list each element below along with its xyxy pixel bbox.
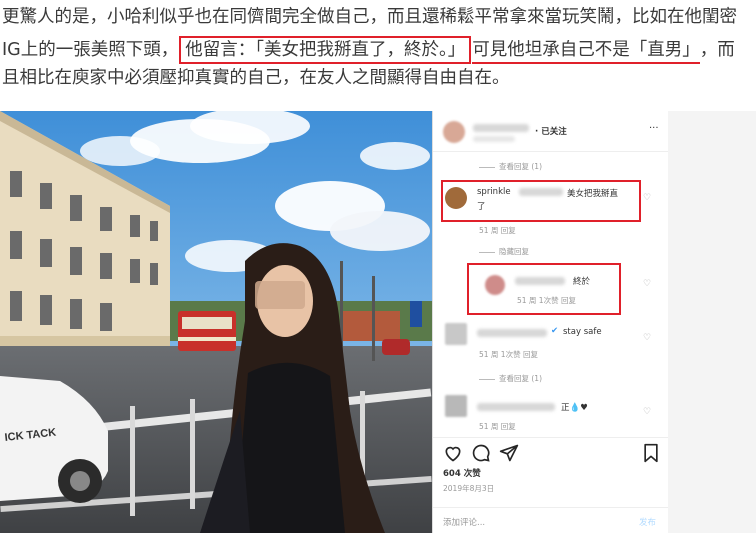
heart-icon[interactable]: ♡ [643, 333, 651, 343]
add-comment-bar: 添加评论... 发布 [433, 507, 669, 534]
poster-username-blurred[interactable] [473, 124, 529, 132]
commenter-3-avatar[interactable] [445, 395, 467, 417]
comment-3-user-blurred [477, 403, 555, 411]
post-comment-button[interactable]: 发布 [639, 516, 656, 528]
post-date: 2019年8月3日 [443, 484, 495, 493]
view-replies-1[interactable]: 查看回复 (1) [479, 161, 542, 172]
action-bar [433, 437, 669, 466]
follow-status[interactable]: · 已关注 [535, 125, 567, 137]
verified-icon: ✔ [551, 326, 559, 336]
article-line-2: IG上的一張美照下頭， 他留言：「美女把我掰直了，終於。」 可見他坦承自己不是「直男… [2, 36, 735, 64]
instagram-comments-panel: · 已关注 ··· 查看回复 (1) sprinkle 美女把我掰直 了 ♡ 5… [432, 111, 669, 533]
article-line-2-pre: IG上的一張美照下頭， [2, 40, 179, 60]
bookmark-icon[interactable] [641, 443, 661, 463]
like-count[interactable]: 604 次赞 [443, 467, 481, 479]
underlined-phrase: 可見他坦承自己不是「直男」 [472, 39, 700, 64]
poster-avatar[interactable] [443, 121, 465, 143]
comment-icon[interactable] [471, 443, 491, 463]
instagram-screenshot: ICK TACK · 已关注 ··· 查看回复 (1) sprinkle 美女把… [0, 111, 756, 533]
face-blur [255, 281, 305, 309]
heart-icon[interactable]: ♡ [643, 279, 651, 289]
heart-icon[interactable]: ♡ [643, 407, 651, 417]
comment-1-highlight [441, 180, 641, 222]
highlighted-quote: 他留言：「美女把我掰直了，終於。」 [179, 36, 472, 64]
article-line-3: 且相比在庾家中必須壓抑真實的自己，在友人之間顯得自由自在。 [2, 68, 510, 88]
poster-location-blurred [473, 136, 515, 142]
article-text: 更驚人的是，小哈利似乎也在同儕間完全做自己，而且還稀鬆平常拿來當玩笑鬧，比如在他… [0, 0, 756, 96]
comment-2-text: stay safe [563, 327, 602, 337]
reply-1-text: 終於 [573, 277, 591, 287]
post-header: · 已关注 ··· [433, 111, 669, 152]
street-scene-image: ICK TACK [0, 111, 432, 533]
add-comment-input[interactable]: 添加评论... [443, 516, 485, 528]
heart-icon[interactable]: ♡ [643, 193, 651, 203]
reply-1-avatar[interactable] [485, 275, 505, 295]
heart-icon[interactable] [443, 443, 463, 463]
background-margin [668, 111, 756, 533]
comment-1-meta: 51 周 回复 [479, 226, 516, 235]
commenter-2-avatar[interactable] [445, 323, 467, 345]
post-photo: ICK TACK [0, 111, 432, 533]
share-icon[interactable] [499, 443, 519, 463]
reply-1-meta: 51 周 1次赞 回复 [517, 296, 576, 305]
article-line-2-post: ，而 [699, 40, 735, 60]
view-replies-2[interactable]: 查看回复 (1) [479, 373, 542, 384]
comment-2-meta: 51 周 1次赞 回复 [479, 350, 538, 359]
article-line-1: 更驚人的是，小哈利似乎也在同儕間完全做自己，而且還稀鬆平常拿來當玩笑鬧，比如在他… [2, 7, 737, 27]
comment-3-meta: 51 周 回复 [479, 422, 516, 431]
comment-3-text: 正💧♥ [561, 403, 588, 413]
hide-replies[interactable]: 隐藏回复 [479, 246, 529, 257]
more-icon[interactable]: ··· [649, 123, 659, 134]
reply-1-user-blurred [515, 277, 565, 285]
comment-2-user-blurred [477, 329, 547, 337]
